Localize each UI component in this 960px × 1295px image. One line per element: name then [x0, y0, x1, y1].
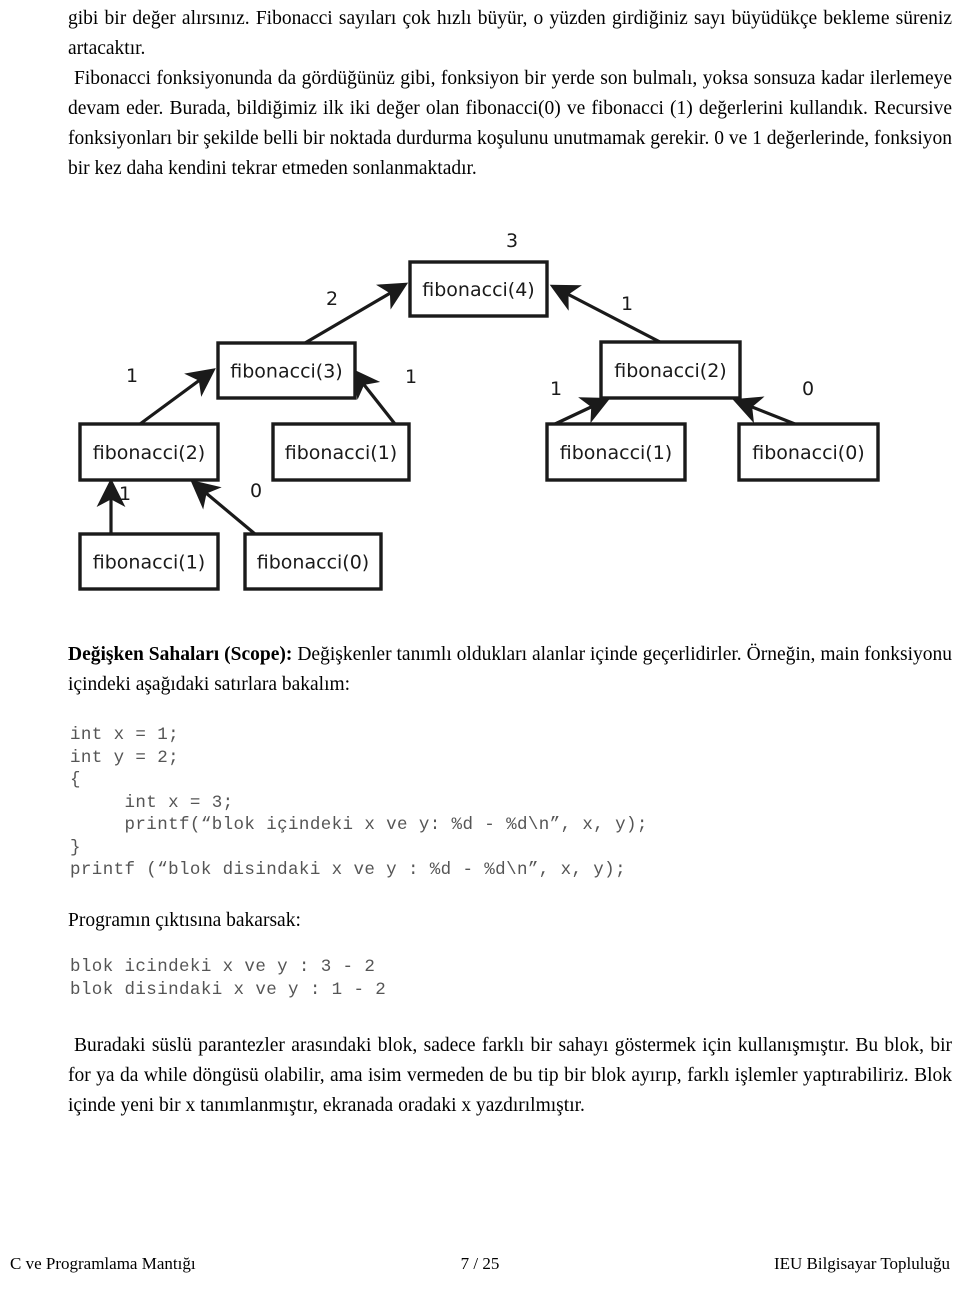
call-node-label: fibonacci(0): [752, 442, 864, 464]
edge-return-value-label: 1: [550, 378, 562, 400]
paragraph-recursion-termination: Fibonacci fonksiyonunda da gördüğünüz gi…: [68, 68, 952, 179]
fibonacci-call-tree-diagram: fibonacci(4) fibonacci(3) fibonacci(2) fibo…: [60, 225, 920, 615]
call-node-label: fibonacci(1): [285, 442, 397, 464]
call-edge: [190, 479, 257, 536]
call-edge: [139, 368, 216, 426]
edge-group: [96, 282, 796, 536]
call-edge: [351, 368, 397, 425]
node-group: fibonacci(4) fibonacci(3) fibonacci(2) fibo…: [78, 260, 880, 591]
edge-return-value-label: 3: [506, 230, 518, 252]
call-node-label: fibonacci(1): [560, 442, 672, 464]
edge-return-value-label: 0: [250, 480, 262, 502]
edge-return-value-label: 1: [126, 365, 138, 387]
call-edge: [304, 282, 409, 345]
call-node-label: fibonacci(2): [614, 360, 726, 382]
call-node-label: fibonacci(4): [422, 279, 534, 301]
call-edge: [549, 284, 661, 344]
document-page: gibi bir değer alırsınız. Fibonacci sayı…: [0, 0, 960, 1295]
code-block-scope-example: int x = 1; int y = 2; { int x = 3; print…: [70, 725, 648, 880]
edge-return-value-label: 1: [405, 366, 417, 388]
edge-return-value-label: 0: [802, 378, 814, 400]
call-node: fibonacci(1): [78, 532, 220, 591]
edge-return-value-label: 2: [326, 288, 338, 310]
call-edge: [732, 396, 796, 426]
call-node-label: fibonacci(3): [230, 361, 342, 383]
paragraph-fibonacci-growth: gibi bir değer alırsınız. Fibonacci sayı…: [68, 8, 952, 59]
footer-organization: IEU Bilgisayar Topluluğu: [773, 1254, 950, 1273]
paragraph-block-scope-explanation: Buradaki süslü parantezler arasındaki bl…: [68, 1035, 952, 1116]
call-node-label: fibonacci(1): [93, 552, 205, 574]
scope-section: Değişken Sahaları (Scope): Değişkenler t…: [68, 640, 952, 700]
edge-return-value-label: 1: [119, 483, 131, 505]
edge-return-value-label: 1: [621, 293, 633, 315]
page-footer: C ve Programlama Mantığı 7 / 25 IEU Bilg…: [0, 1253, 960, 1283]
call-node: fibonacci(2): [599, 340, 742, 400]
call-node: fibonacci(1): [271, 422, 411, 482]
program-output-block: blok icindeki x ve y : 3 - 2 blok disind…: [70, 957, 387, 1000]
call-node-label: fibonacci(0): [257, 552, 369, 574]
call-node: fibonacci(3): [216, 341, 357, 400]
call-node-label: fibonacci(2): [93, 442, 205, 464]
call-node: fibonacci(1): [545, 422, 687, 482]
call-edge: [554, 397, 611, 426]
scope-heading: Değişken Sahaları (Scope):: [68, 644, 293, 665]
call-node: fibonacci(2): [78, 422, 220, 482]
call-node: fibonacci(0): [737, 422, 880, 482]
call-tree-svg: fibonacci(4) fibonacci(3) fibonacci(2) fibo…: [78, 230, 880, 591]
call-node: fibonacci(0): [243, 532, 383, 591]
output-intro-text: Programın çıktısına bakarsak:: [68, 910, 301, 931]
call-node: fibonacci(4): [408, 260, 549, 318]
